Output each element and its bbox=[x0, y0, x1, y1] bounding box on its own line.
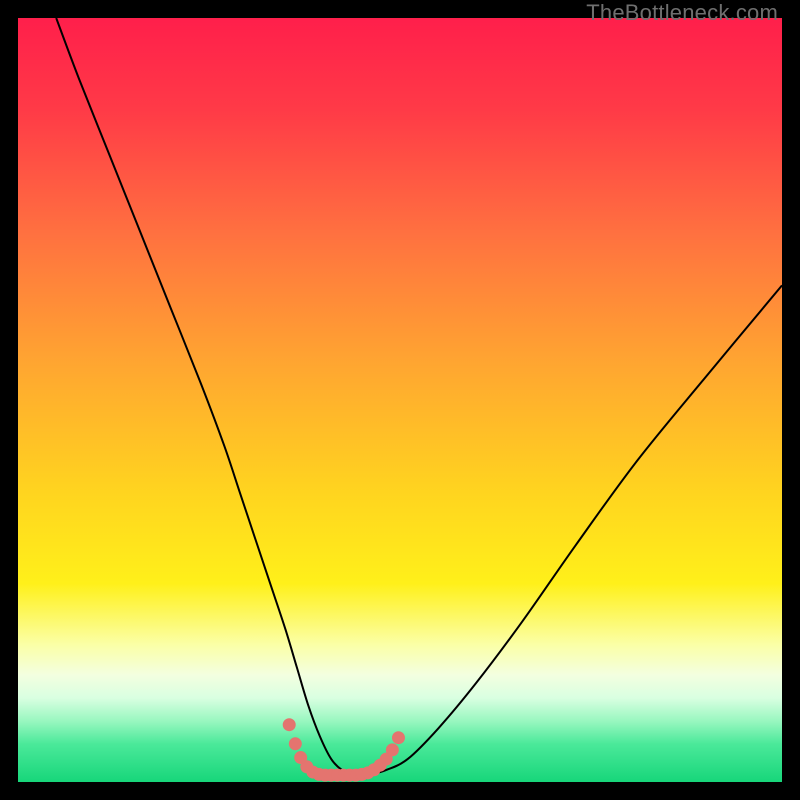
marker-dot bbox=[289, 738, 301, 750]
bottom-cluster-markers bbox=[283, 719, 404, 781]
marker-dot bbox=[386, 744, 398, 756]
bottleneck-chart bbox=[18, 18, 782, 782]
marker-dot bbox=[392, 732, 404, 744]
marker-dot bbox=[283, 719, 295, 731]
plot-area bbox=[18, 18, 782, 782]
bottleneck-curve bbox=[56, 18, 782, 775]
chart-frame bbox=[18, 18, 782, 782]
watermark-label: TheBottleneck.com bbox=[586, 0, 778, 26]
